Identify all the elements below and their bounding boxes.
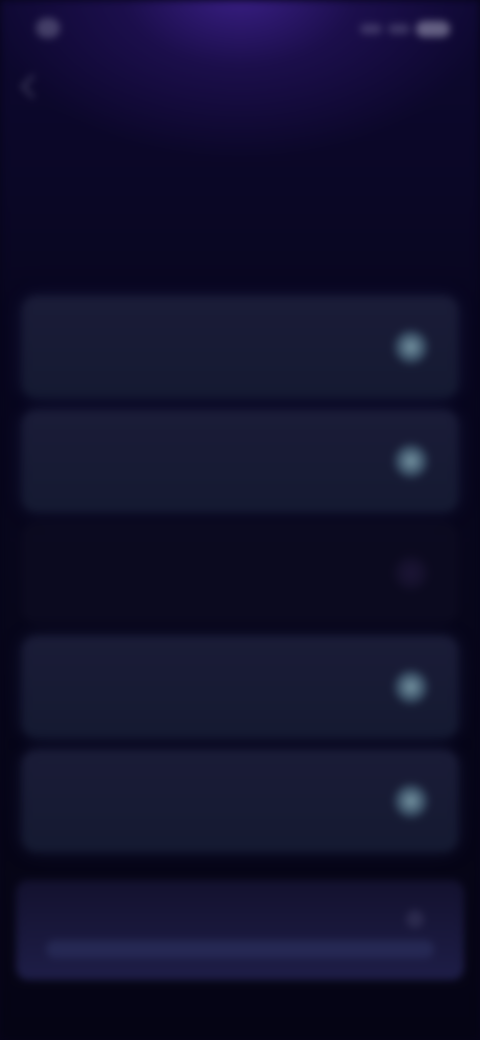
setting-toggle[interactable] bbox=[394, 784, 428, 818]
setting-card-2[interactable] bbox=[22, 410, 458, 512]
camera-dot-icon bbox=[36, 18, 60, 38]
info-icon bbox=[406, 910, 424, 928]
screen bbox=[0, 0, 480, 1040]
setting-toggle[interactable] bbox=[394, 444, 428, 478]
setting-card-5[interactable] bbox=[22, 750, 458, 852]
setting-card-4[interactable] bbox=[22, 636, 458, 738]
setting-toggle[interactable] bbox=[394, 556, 428, 590]
signal-icon bbox=[360, 24, 382, 34]
footer-card[interactable] bbox=[16, 880, 464, 980]
setting-card-1[interactable] bbox=[22, 296, 458, 398]
top-bar bbox=[18, 70, 218, 100]
status-bar bbox=[0, 0, 480, 60]
chevron-left-icon[interactable] bbox=[20, 74, 45, 99]
status-icons bbox=[350, 20, 450, 38]
wifi-icon bbox=[388, 24, 410, 34]
setting-toggle[interactable] bbox=[394, 670, 428, 704]
setting-card-3[interactable] bbox=[22, 522, 458, 624]
footer-bar bbox=[46, 940, 434, 958]
setting-toggle[interactable] bbox=[394, 330, 428, 364]
battery-icon bbox=[416, 21, 450, 37]
